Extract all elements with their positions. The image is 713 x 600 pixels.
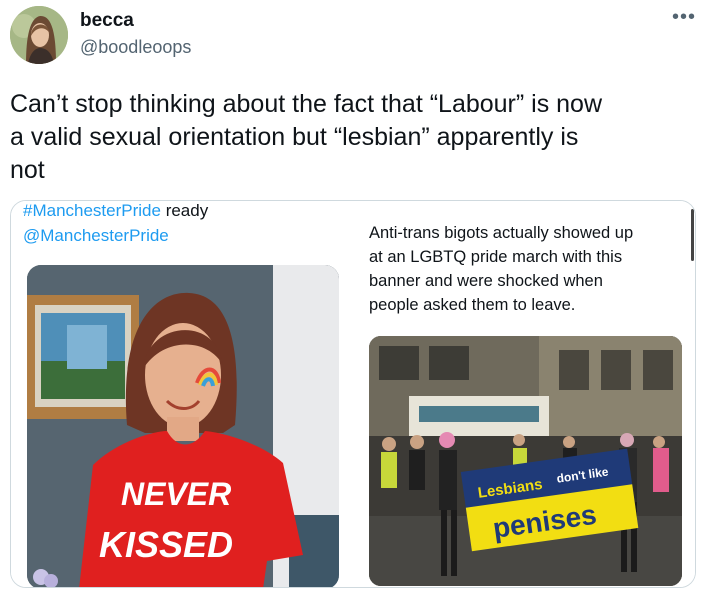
avatar[interactable] <box>10 6 68 64</box>
tweet-text-line: Can’t stop thinking about the fact that … <box>10 90 603 118</box>
right-caption-line: banner and were shocked when <box>369 272 603 290</box>
left-screenshot[interactable]: #ManchesterPride ready @ManchesterPride <box>11 201 353 587</box>
left-caption-text: ready <box>160 201 209 220</box>
scrollbar[interactable] <box>691 209 694 261</box>
left-photo: NEVER KISSED <box>27 265 339 587</box>
hashtag-link[interactable]: #ManchesterPride <box>23 201 161 220</box>
tweet-media[interactable]: #ManchesterPride ready @ManchesterPride <box>10 200 696 588</box>
more-options-icon[interactable]: ••• <box>672 6 696 29</box>
tweet-text: Can’t stop thinking about the fact that … <box>10 88 703 187</box>
tweet-text-line: not <box>10 156 45 184</box>
right-caption: Anti-trans bigots actually showed up at … <box>369 221 669 317</box>
shirt-text-line2: KISSED <box>99 524 233 565</box>
right-screenshot[interactable]: Anti-trans bigots actually showed up at … <box>357 201 695 587</box>
right-caption-line: Anti-trans bigots actually showed up <box>369 224 634 242</box>
right-photo: Lesbians don't like penises <box>369 336 682 586</box>
tweet-text-line: a valid sexual orientation but “lesbian”… <box>10 123 579 151</box>
shirt-text-line1: NEVER <box>121 476 231 512</box>
right-caption-line: at an LGBTQ pride march with this <box>369 248 623 266</box>
display-name[interactable]: becca <box>80 10 134 32</box>
left-caption: #ManchesterPride ready <box>23 201 208 221</box>
right-caption-line: people asked them to leave. <box>369 296 576 314</box>
mention-link[interactable]: @ManchesterPride <box>23 226 169 246</box>
user-handle[interactable]: @boodleoops <box>80 37 191 58</box>
